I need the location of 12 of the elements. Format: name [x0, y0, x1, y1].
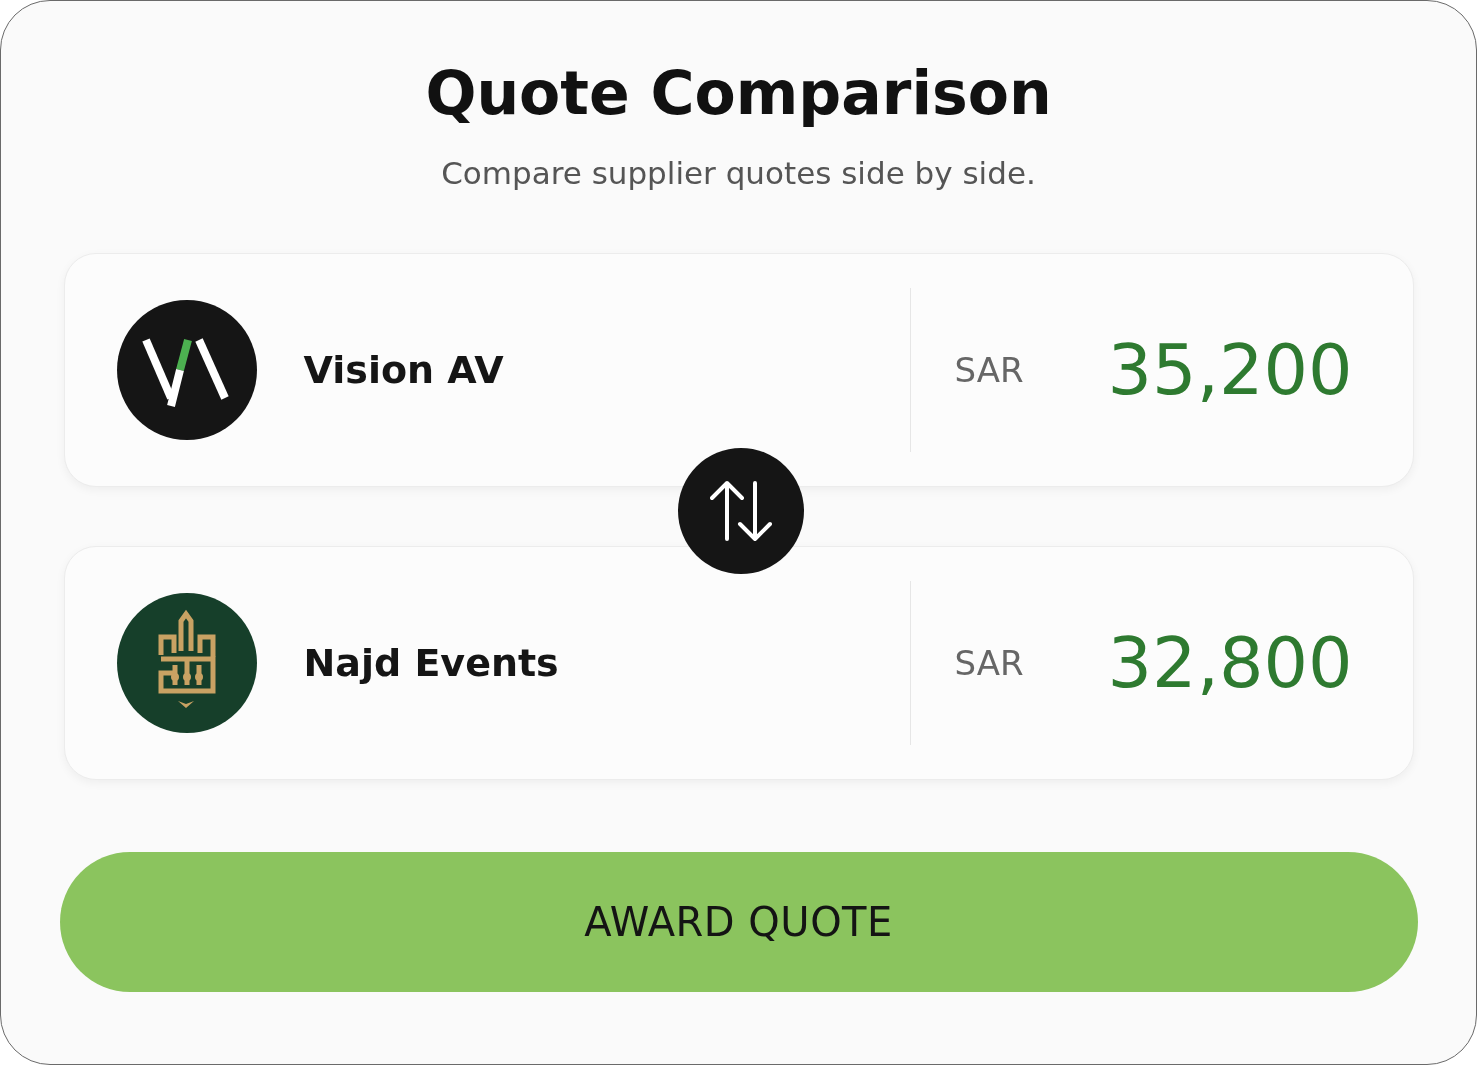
emblem-icon	[116, 593, 257, 733]
quote-amount: 35,200	[1107, 329, 1353, 411]
currency-label: SAR	[954, 643, 1024, 683]
page-title: Quote Comparison	[425, 57, 1052, 130]
up-down-arrows-icon	[709, 480, 772, 542]
quote-amount: 32,800	[1107, 622, 1353, 704]
monogram-icon	[116, 300, 257, 440]
currency-label: SAR	[954, 350, 1024, 390]
supplier-name: Vision AV	[303, 348, 504, 392]
supplier-name: Najd Events	[303, 641, 559, 685]
award-button[interactable]: AWARD QUOTE	[59, 852, 1418, 992]
page-subtitle: Compare supplier quotes side by side.	[441, 154, 1036, 193]
